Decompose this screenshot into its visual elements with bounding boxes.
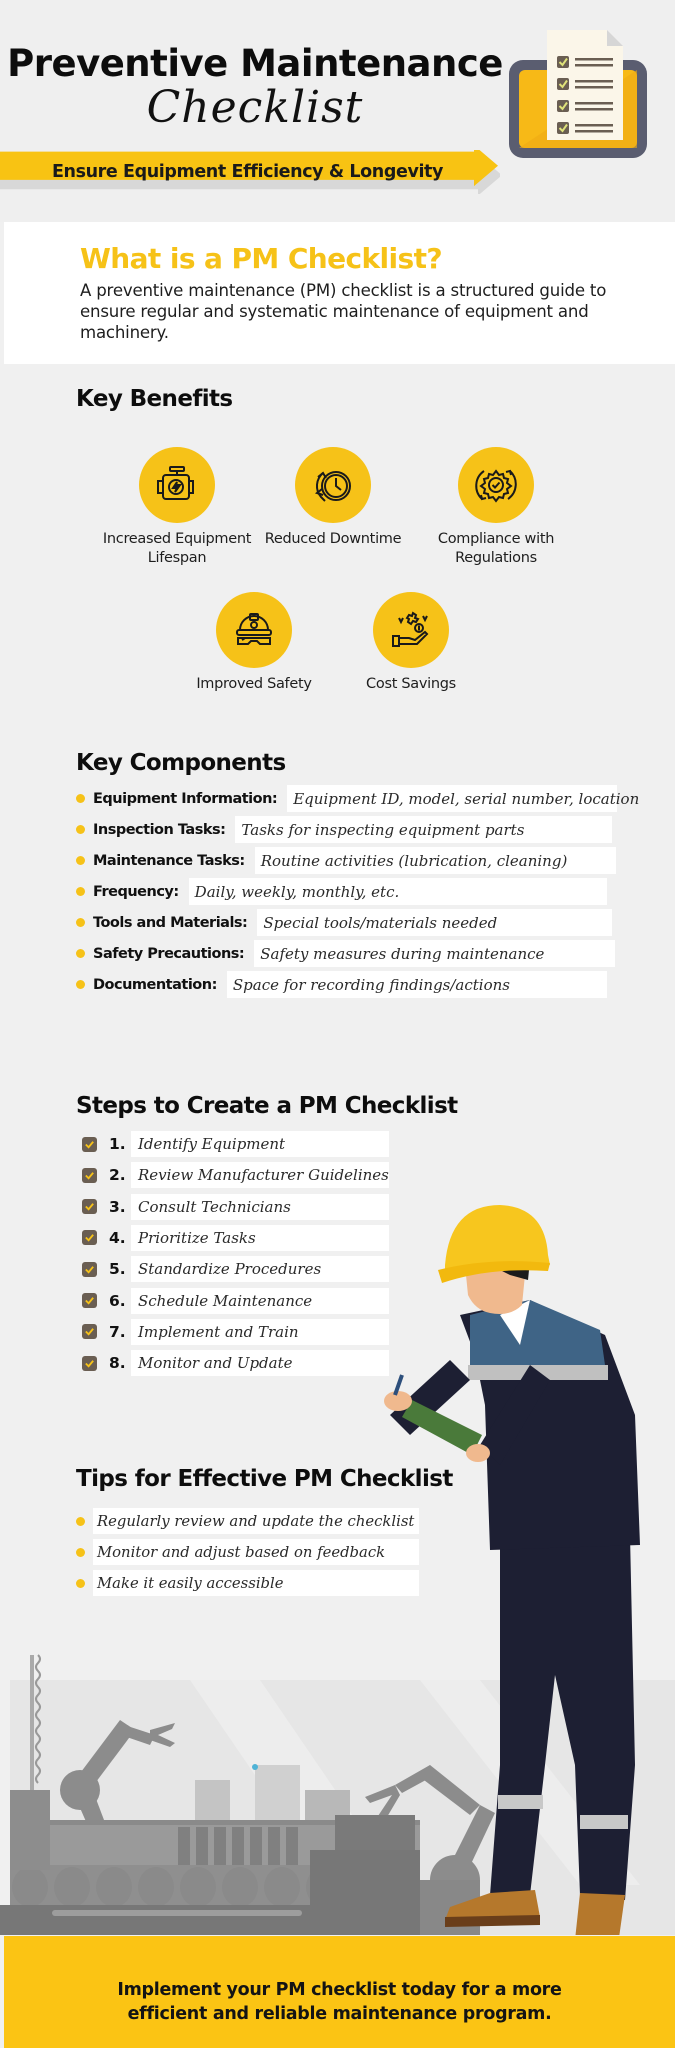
intro-body: A preventive maintenance (PM) checklist … (80, 281, 607, 342)
checkbox-checked-icon[interactable] (82, 1230, 97, 1246)
benefit-item: Reduced Downtime (248, 447, 418, 549)
step-number: 5. (109, 1260, 126, 1279)
component-row: Safety Precautions: Safety measures duri… (76, 940, 616, 967)
benefit-label: Cost Savings (366, 676, 456, 692)
component-row: Tools and Materials: Special tools/mater… (76, 909, 613, 936)
step-row: 1. Identify Equipment (82, 1131, 389, 1157)
component-label: Inspection Tasks: (93, 821, 226, 838)
step-number: 1. (109, 1135, 126, 1153)
step-number: 7. (109, 1322, 126, 1341)
bullet-icon (76, 949, 85, 958)
component-value: Equipment ID, model, serial number, loca… (287, 785, 639, 812)
step-text: Identify Equipment (131, 1131, 389, 1157)
benefit-item: Improved Safety (169, 592, 339, 694)
intro-title: What is a PM Checklist? (80, 242, 443, 275)
benefit-label: Reduced Downtime (264, 531, 402, 547)
benefit-item: Increased Equipment Lifespan (92, 447, 262, 568)
component-value: Space for recording findings/actions (226, 971, 607, 998)
step-row: 4. Prioritize Tasks (82, 1224, 389, 1251)
checkbox-checked-icon[interactable] (82, 1199, 97, 1215)
step-row: 8. Monitor and Update (82, 1350, 389, 1377)
component-row: Frequency: Daily, weekly, monthly, etc. (76, 878, 607, 905)
bullet-icon (76, 1516, 85, 1526)
component-value: Daily, weekly, monthly, etc. (188, 878, 607, 905)
checkbox-checked-icon[interactable] (82, 1324, 97, 1340)
bullet-icon (76, 794, 85, 803)
component-value: Routine activities (lubrication, cleanin… (254, 847, 616, 874)
bullet-icon (76, 918, 85, 927)
component-row: Inspection Tasks: Tasks for inspecting e… (76, 816, 613, 843)
step-number: 4. (109, 1228, 126, 1247)
checkbox-checked-icon[interactable] (82, 1167, 97, 1183)
benefit-label: Improved Safety (196, 676, 312, 692)
component-row: Documentation: Space for recording findi… (76, 971, 607, 998)
component-label: Frequency: (93, 883, 179, 900)
footer-line-1: Implement your PM checklist today for a … (117, 1980, 562, 2000)
component-value: Tasks for inspecting equipment parts (235, 816, 613, 843)
benefit-item: Compliance with Regulations (411, 447, 581, 568)
bullet-icon (76, 980, 85, 989)
component-row: Equipment Information: Equipment ID, mod… (76, 785, 639, 812)
step-row: 6. Schedule Maintenance (82, 1287, 389, 1314)
step-row: 2. Review Manufacturer Guidelines (82, 1162, 389, 1189)
component-label: Equipment Information: (93, 790, 278, 807)
benefit-label: Increased Equipment Lifespan (102, 531, 252, 566)
clipboard-checklist-icon (509, 30, 647, 158)
checkbox-checked-icon[interactable] (82, 1355, 97, 1371)
banner-text: Ensure Equipment Efficiency & Longevity (51, 162, 444, 182)
bullet-icon (76, 1578, 85, 1588)
step-text: Review Manufacturer Guidelines (131, 1162, 389, 1189)
component-label: Maintenance Tasks: (93, 852, 245, 869)
step-number: 3. (109, 1197, 126, 1216)
engine-icon (157, 466, 194, 500)
steps-title: Steps to Create a PM Checklist (76, 1093, 458, 1119)
page-title: Preventive Maintenance (7, 42, 503, 85)
header: Preventive Maintenance Checklist Ensure … (0, 0, 675, 222)
step-row: 3. Consult Technicians (82, 1193, 389, 1220)
bullet-icon (76, 825, 85, 834)
intro-section: What is a PM Checklist? A preventive mai… (4, 222, 675, 364)
component-label: Safety Precautions: (93, 945, 245, 962)
components-title: Key Components (76, 750, 286, 776)
benefits-title: Key Benefits (76, 386, 233, 412)
hardhat-goggles-icon (236, 613, 272, 645)
bullet-icon (76, 1547, 85, 1557)
bullet-icon (76, 887, 85, 896)
checkbox-checked-icon[interactable] (82, 1293, 97, 1308)
checkbox-checked-icon[interactable] (82, 1136, 97, 1152)
footer-line-2: efficient and reliable maintenance progr… (127, 2004, 552, 2024)
infographic-page: Preventive Maintenance Checklist Ensure … (0, 0, 675, 2048)
clock-rewind-icon (314, 471, 351, 502)
step-number: 8. (109, 1354, 126, 1373)
checkbox-checked-icon[interactable] (82, 1261, 97, 1277)
maintenance-worker-illustration (384, 1205, 640, 1935)
component-row: Maintenance Tasks: Routine activities (l… (76, 847, 616, 874)
hand-coin-icon (392, 611, 429, 647)
component-value: Safety measures during maintenance (254, 940, 616, 967)
step-number: 2. (109, 1166, 126, 1185)
component-value: Special tools/materials needed (257, 909, 613, 936)
bullet-icon (76, 856, 85, 865)
component-label: Documentation: (93, 976, 217, 993)
page-subtitle-script: Checklist (146, 82, 364, 133)
gear-check-icon (475, 469, 517, 503)
step-row: 5. Standardize Procedures (82, 1256, 389, 1283)
benefit-label: Compliance with Regulations (437, 531, 555, 566)
component-label: Tools and Materials: (93, 914, 248, 931)
step-row: 7. Implement and Train (82, 1318, 389, 1345)
benefit-item: Cost Savings (326, 592, 496, 694)
footer-cta: Implement your PM checklist today for a … (4, 1936, 675, 2048)
step-number: 6. (109, 1291, 126, 1310)
